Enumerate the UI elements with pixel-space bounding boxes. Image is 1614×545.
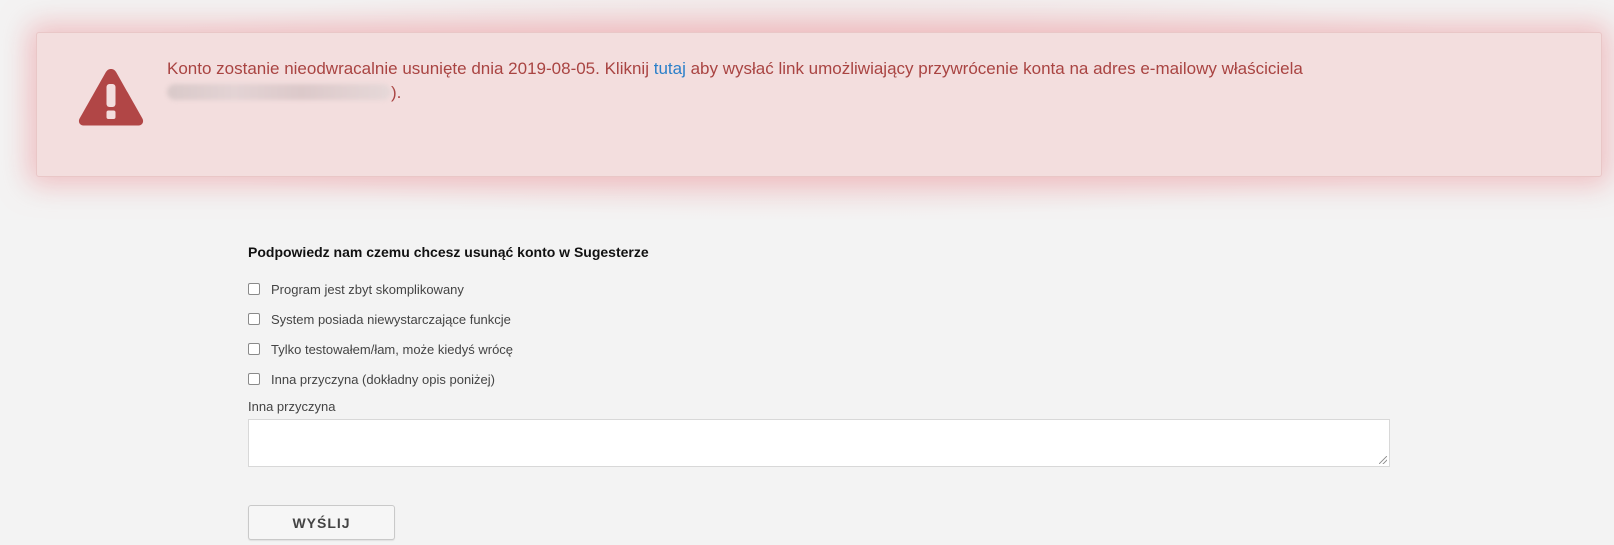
- restore-link[interactable]: tutaj: [654, 59, 686, 78]
- delete-reason-form: Podpowiedz nam czemu chcesz usunąć konto…: [248, 244, 1390, 467]
- deletion-warning-alert: Konto zostanie nieodwracalnie usunięte d…: [36, 32, 1602, 177]
- alert-text-end: ).: [391, 83, 402, 102]
- alert-message: Konto zostanie nieodwracalnie usunięte d…: [167, 57, 1467, 105]
- owner-email-redacted: [167, 84, 391, 100]
- form-title: Podpowiedz nam czemu chcesz usunąć konto…: [248, 244, 649, 260]
- reason-checkbox-too-complicated[interactable]: [248, 283, 260, 295]
- reason-checkbox-just-testing[interactable]: [248, 343, 260, 355]
- reason-option-just-testing[interactable]: Tylko testowałem/łam, może kiedyś wrócę: [248, 339, 1390, 359]
- submit-button[interactable]: WYŚLIJ: [248, 505, 395, 540]
- other-reason-label: Inna przyczyna: [248, 399, 336, 414]
- reason-label: Program jest zbyt skomplikowany: [271, 281, 464, 297]
- reason-checkbox-other[interactable]: [248, 373, 260, 385]
- reason-option-insufficient-features[interactable]: System posiada niewystarczające funkcje: [248, 309, 1390, 329]
- resize-handle-icon[interactable]: [1379, 456, 1387, 464]
- reason-option-too-complicated[interactable]: Program jest zbyt skomplikowany: [248, 279, 1390, 299]
- other-reason-textarea[interactable]: [248, 419, 1390, 467]
- warning-triangle-icon: [78, 69, 144, 126]
- reason-label: Inna przyczyna (dokładny opis poniżej): [271, 371, 496, 387]
- alert-text-after-link: aby wysłać link umożliwiający przywrócen…: [685, 59, 1303, 78]
- reason-option-other[interactable]: Inna przyczyna (dokładny opis poniżej): [248, 369, 1390, 389]
- reason-label: System posiada niewystarczające funkcje: [271, 311, 511, 327]
- reason-label: Tylko testowałem/łam, może kiedyś wrócę: [271, 341, 514, 357]
- alert-text-before-link: Konto zostanie nieodwracalnie usunięte d…: [167, 59, 654, 78]
- reason-checkbox-insufficient-features[interactable]: [248, 313, 260, 325]
